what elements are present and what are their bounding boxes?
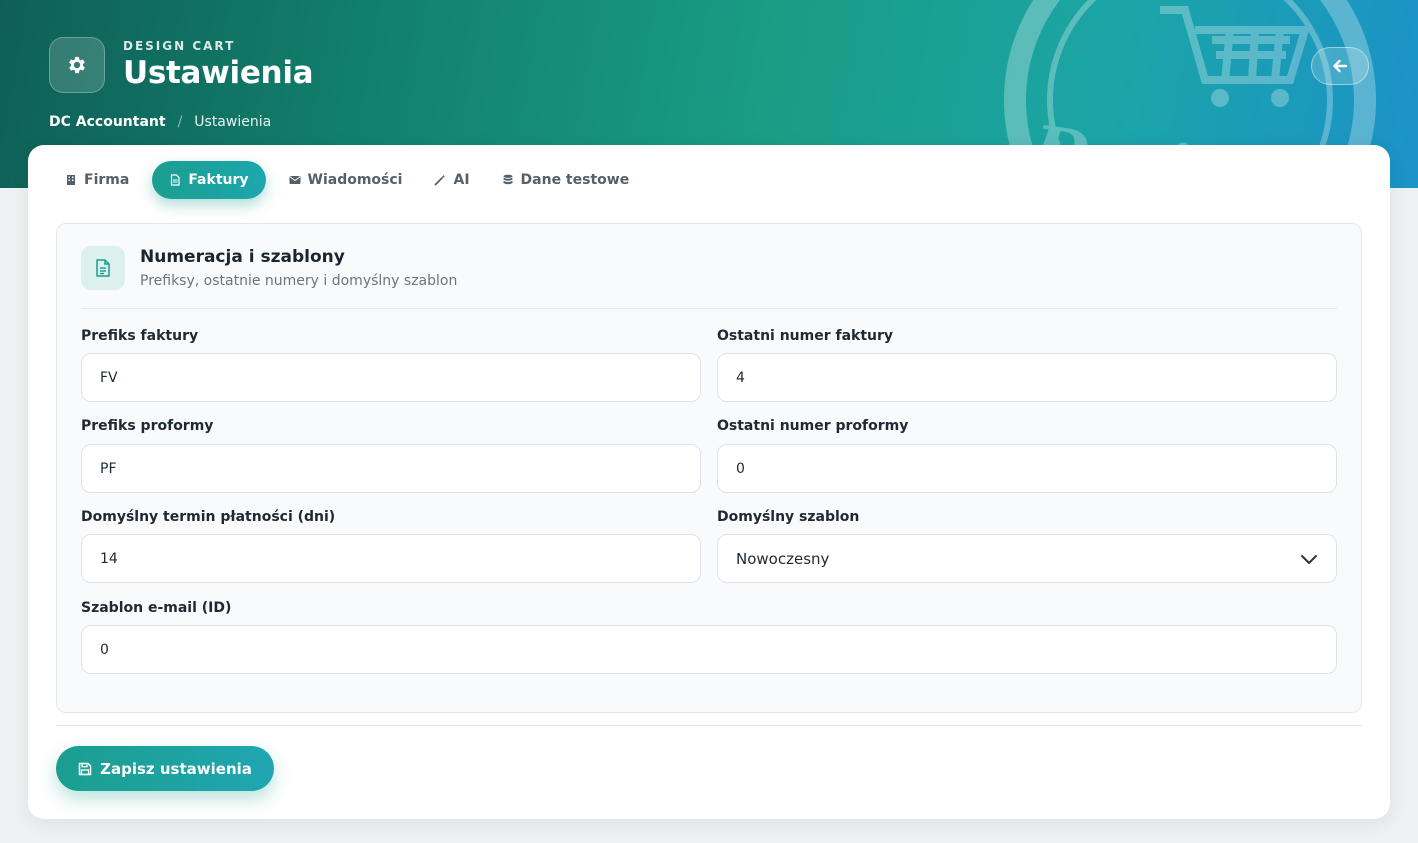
proforma-prefix-label: Prefiks proformy [81, 418, 214, 434]
tab-dane-testowe[interactable]: Dane testowe [493, 161, 639, 199]
section-title: Numeracja i szablony [140, 247, 345, 267]
section-divider [81, 308, 1337, 309]
back-button[interactable] [1311, 47, 1369, 85]
save-button-label: Zapisz ustawienia [100, 759, 252, 778]
footer-divider [56, 725, 1362, 726]
payment-term-input[interactable]: 14 [81, 534, 701, 583]
save-settings-button[interactable]: Zapisz ustawienia [56, 746, 274, 791]
document-icon [96, 259, 110, 277]
last-invoice-number-value: 4 [736, 369, 745, 386]
payment-term-value: 14 [100, 550, 118, 567]
payment-term-label: Domyślny termin płatności (dni) [81, 509, 336, 525]
page-title: Ustawienia [123, 55, 314, 91]
proforma-prefix-value: PF [100, 460, 117, 477]
settings-app-icon [49, 37, 105, 93]
last-proforma-number-value: 0 [736, 460, 745, 477]
envelope-icon [289, 176, 301, 184]
last-proforma-number-input[interactable]: 0 [717, 444, 1337, 493]
invoice-prefix-value: FV [100, 369, 118, 386]
tab-label: Wiadomości [307, 172, 403, 188]
breadcrumb-root-link[interactable]: DC Accountant [49, 114, 166, 130]
tab-faktury[interactable]: Faktury [152, 161, 266, 199]
chevron-down-icon [1301, 554, 1317, 564]
section-subtitle: Prefiksy, ostatnie numery i domyślny sza… [140, 273, 458, 289]
default-template-select[interactable]: Nowoczesny [717, 534, 1337, 583]
tab-label: AI [453, 172, 470, 188]
tab-label: Firma [84, 172, 130, 188]
last-proforma-number-label: Ostatni numer proformy [717, 418, 909, 434]
settings-tabs: Firma Faktury Wiadomości AI Dane testowe [56, 161, 652, 199]
settings-card: Firma Faktury Wiadomości AI Dane testowe… [28, 145, 1390, 819]
database-icon [503, 174, 513, 185]
building-icon [67, 175, 75, 185]
breadcrumb-current: Ustawienia [194, 114, 272, 130]
arrow-left-icon [1333, 59, 1348, 73]
tab-ai[interactable]: AI [425, 161, 478, 199]
document-icon [171, 174, 180, 186]
email-template-label: Szablon e-mail (ID) [81, 600, 232, 616]
invoice-prefix-input[interactable]: FV [81, 353, 701, 402]
email-template-value: 0 [100, 641, 109, 658]
proforma-prefix-input[interactable]: PF [81, 444, 701, 493]
last-invoice-number-input[interactable]: 4 [717, 353, 1337, 402]
magic-wand-icon [435, 174, 446, 186]
breadcrumb: DC Accountant / Ustawienia [49, 114, 271, 130]
app-kicker: DESIGN CART [123, 39, 236, 53]
email-template-input[interactable]: 0 [81, 625, 1337, 674]
gear-icon [69, 56, 85, 74]
numbering-panel: Numeracja i szablony Prefiksy, ostatnie … [56, 223, 1362, 713]
tab-label: Dane testowe [520, 172, 630, 188]
tab-firma[interactable]: Firma [56, 161, 138, 199]
default-template-label: Domyślny szablon [717, 509, 860, 525]
default-template-value: Nowoczesny [736, 549, 830, 568]
tab-wiadomosci[interactable]: Wiadomości [280, 161, 412, 199]
last-invoice-number-label: Ostatni numer faktury [717, 328, 894, 344]
breadcrumb-separator: / [177, 114, 183, 130]
tab-label: Faktury [188, 172, 249, 188]
invoice-prefix-label: Prefiks faktury [81, 328, 199, 344]
floppy-disk-icon [78, 762, 92, 775]
panel-icon-badge [81, 246, 125, 290]
